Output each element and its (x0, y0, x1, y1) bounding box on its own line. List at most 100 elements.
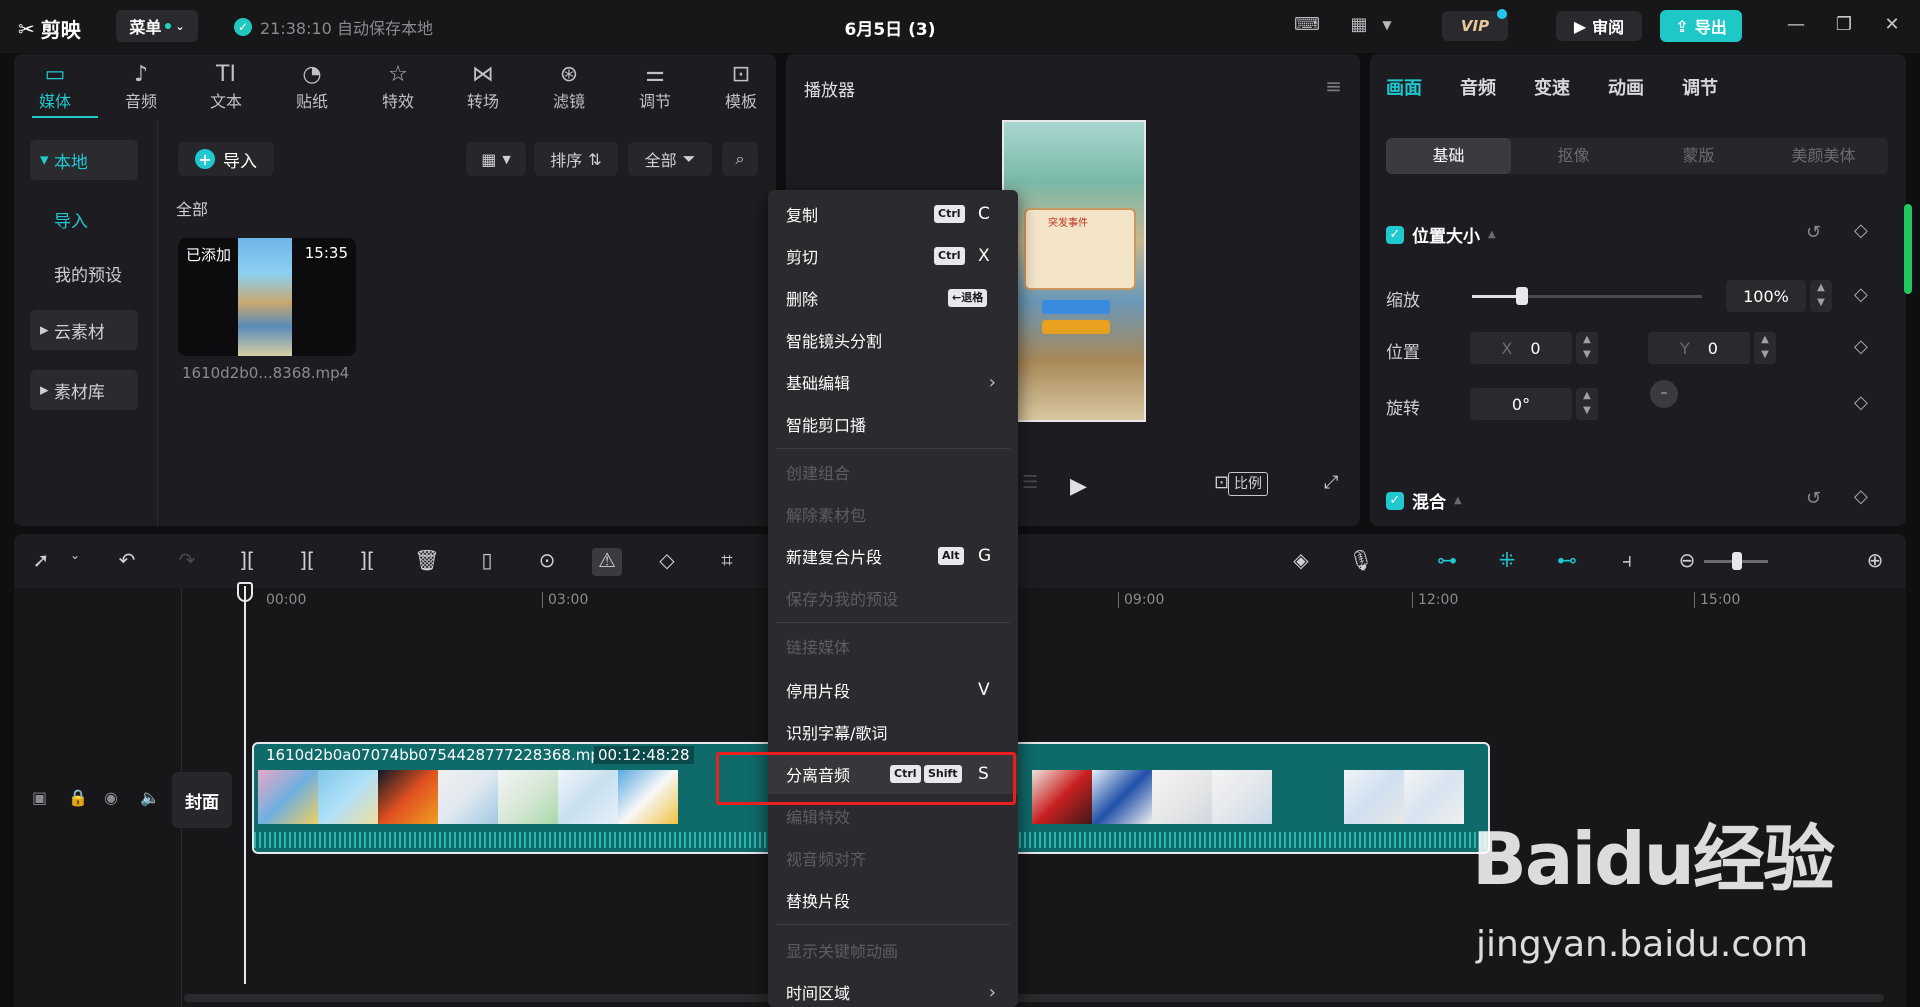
sidebar-item-local[interactable]: ▾ 本地 (30, 140, 138, 180)
fit-zoom-icon[interactable]: ⊡ (1214, 472, 1229, 493)
section-position-size[interactable]: ✓ 位置大小 ▲ (1386, 222, 1496, 247)
linkage-icon[interactable]: ⊷ (1552, 548, 1582, 576)
menu-item-smart-shot-split[interactable]: 智能镜头分割 (768, 320, 1018, 360)
play-icon[interactable]: ▶ (1070, 474, 1087, 499)
reverse-icon[interactable]: ⊙ (532, 548, 562, 576)
keyframe-diamond-icon[interactable]: ◇ (1854, 336, 1868, 357)
tab-media[interactable]: ▭ 媒体 (20, 62, 90, 118)
tab-template[interactable]: ⊡ 模板 (706, 62, 776, 118)
menu-item-time-range[interactable]: 时间区域 › (768, 972, 1018, 1007)
tab-transition[interactable]: ⋈ 转场 (448, 62, 518, 118)
scale-input[interactable]: 100% (1726, 280, 1806, 312)
mirror-icon[interactable]: ⚠ (592, 548, 622, 576)
menu-item-new-compound-clip[interactable]: 新建复合片段 Alt G (768, 536, 1018, 576)
media-clip-card[interactable]: 已添加 15:35 (178, 238, 356, 356)
segment-beauty[interactable]: 美颜美体 (1761, 138, 1886, 174)
sidebar-item-cloud[interactable]: ▸ 云素材 (30, 310, 138, 350)
reset-icon[interactable]: ↺ (1806, 488, 1821, 509)
view-toggle-button[interactable]: ▦ ▼ (466, 142, 526, 176)
search-button[interactable]: ⌕ (722, 142, 758, 176)
tab-adjust[interactable]: ⚌ 调节 (620, 62, 690, 118)
position-y-stepper[interactable]: ▲ ▼ (1754, 332, 1776, 364)
menu-item-disable-clip[interactable]: 停用片段 V (768, 670, 1018, 710)
timeline-horizontal-scrollbar[interactable] (184, 994, 1884, 1002)
tab-animation[interactable]: 动画 (1608, 74, 1644, 100)
menu-item-delete[interactable]: 删除 ←退格 (768, 278, 1018, 318)
track-video-icon[interactable]: ▣ (32, 788, 47, 807)
section-blend[interactable]: ✓ 混合 ▲ (1386, 488, 1462, 513)
undo-icon[interactable]: ↶ (112, 548, 142, 576)
hamburger-menu-icon[interactable]: ≡ (1325, 74, 1342, 98)
sidebar-item-library[interactable]: ▸ 素材库 (30, 370, 138, 410)
delete-icon[interactable]: 🗑 (412, 548, 442, 576)
minimize-icon[interactable]: — (1784, 14, 1808, 38)
scale-slider-knob[interactable] (1516, 287, 1528, 305)
segment-cutout[interactable]: 抠像 (1511, 138, 1636, 174)
tab-text[interactable]: TI 文本 (191, 62, 261, 118)
layout-chevron-icon[interactable]: ▼ (1372, 18, 1402, 42)
export-button[interactable]: ⇪ 导出 (1660, 10, 1742, 42)
crop-icon[interactable]: ⌗ (712, 548, 742, 576)
tab-filter[interactable]: ⊛ 滤镜 (534, 62, 604, 118)
cover-button[interactable]: 封面 (172, 772, 232, 828)
scale-stepper[interactable]: ▲ ▼ (1810, 280, 1832, 312)
magic-keyframe-icon[interactable]: ◈ (1286, 548, 1316, 576)
microphone-icon[interactable]: 🎙 (1346, 548, 1376, 576)
split-icon[interactable]: ][ (232, 548, 262, 576)
import-button[interactable]: + 导入 (178, 142, 274, 176)
eye-icon[interactable]: ◉ (104, 788, 118, 807)
layout-icon[interactable]: ▦ (1344, 14, 1374, 38)
select-cursor-icon[interactable]: ➚ (26, 548, 56, 576)
freeze-frame-icon[interactable]: ▯ (472, 548, 502, 576)
trim-left-icon[interactable]: ][ (292, 548, 322, 576)
checkbox-icon[interactable]: ✓ (1386, 225, 1404, 244)
playhead-line[interactable] (244, 586, 246, 984)
tab-canvas[interactable]: 画面 (1386, 74, 1422, 100)
tab-effects[interactable]: ☆ 特效 (363, 62, 433, 118)
menu-item-basic-edit[interactable]: 基础编辑 › (768, 362, 1018, 402)
preview-axis-icon[interactable]: ⫞ (1612, 548, 1642, 576)
shortcut-keyboard-icon[interactable]: ⌨ (1292, 14, 1322, 38)
filter-button[interactable]: 全部 ⏷ (628, 142, 712, 176)
checkbox-icon[interactable]: ✓ (1386, 491, 1404, 510)
keyframe-diamond-icon[interactable]: ◇ (1854, 284, 1868, 305)
rotate-input[interactable]: 0° (1470, 388, 1572, 420)
lock-icon[interactable]: 🔒 (68, 788, 88, 807)
sidebar-item-my-presets[interactable]: 我的预设 (30, 253, 138, 293)
review-button[interactable]: ▶ 审阅 (1556, 11, 1642, 41)
segment-basic[interactable]: 基础 (1386, 138, 1511, 174)
menu-item-copy[interactable]: 复制 Ctrl C (768, 194, 1018, 234)
menu-button[interactable]: 菜单 ⌄ (116, 10, 198, 42)
zoom-out-icon[interactable]: ⊖ (1672, 548, 1702, 576)
chevron-down-icon[interactable]: ⌄ (60, 548, 90, 576)
keyframe-diamond-icon[interactable]: ◇ (1854, 486, 1868, 507)
close-icon[interactable]: ✕ (1880, 14, 1904, 38)
menu-item-replace-clip[interactable]: 替换片段 (768, 880, 1018, 920)
tab-audio[interactable]: 音频 (1460, 74, 1496, 100)
reset-icon[interactable]: ↺ (1806, 222, 1821, 243)
zoom-slider-knob[interactable] (1732, 552, 1742, 570)
menu-item-cut[interactable]: 剪切 Ctrl X (768, 236, 1018, 276)
rotate-stepper[interactable]: ▲ ▼ (1576, 388, 1598, 420)
sort-button[interactable]: 排序 ⇅ (534, 142, 618, 176)
properties-scrollbar[interactable] (1904, 204, 1912, 294)
rotate-dial[interactable]: – (1650, 380, 1678, 408)
main-track-magnet-icon[interactable]: ⊶ (1432, 548, 1462, 576)
keyframe-diamond-icon[interactable]: ◇ (1854, 220, 1868, 241)
menu-item-recognize-subtitles[interactable]: 识别字幕/歌词 (768, 712, 1018, 752)
trim-right-icon[interactable]: ][ (352, 548, 382, 576)
tab-audio[interactable]: ♪ 音频 (106, 62, 176, 118)
menu-item-smart-talk-cut[interactable]: 智能剪口播 (768, 404, 1018, 444)
position-x-stepper[interactable]: ▲ ▼ (1576, 332, 1598, 364)
tab-sticker[interactable]: ◔ 贴纸 (277, 62, 347, 118)
keyframe-diamond-icon[interactable]: ◇ (1854, 392, 1868, 413)
position-x-input[interactable]: X0 (1470, 332, 1572, 364)
speaker-icon[interactable]: 🔈 (140, 788, 160, 807)
restore-icon[interactable]: ❐ (1832, 14, 1856, 38)
zoom-in-icon[interactable]: ⊕ (1860, 548, 1890, 576)
position-y-input[interactable]: Y0 (1648, 332, 1750, 364)
sidebar-item-import[interactable]: 导入 (30, 199, 138, 239)
rotate-icon[interactable]: ◇ (652, 548, 682, 576)
segment-mask[interactable]: 蒙版 (1636, 138, 1761, 174)
auto-snap-icon[interactable]: ⁜ (1492, 548, 1522, 576)
